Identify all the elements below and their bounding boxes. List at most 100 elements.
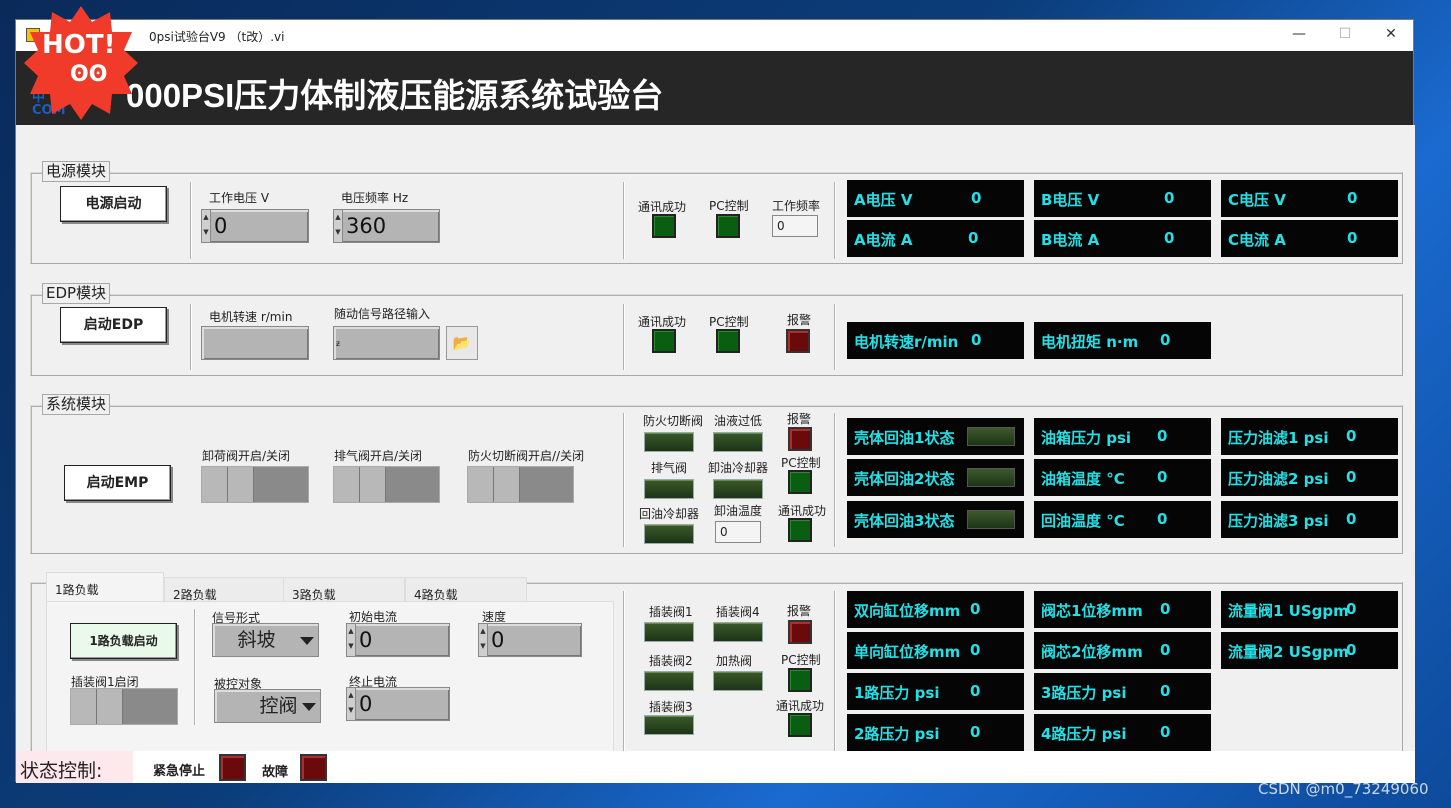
load-display: 单向缸位移mm 0 [847, 632, 1024, 669]
system-display: 压力油滤3 psi 0 [1221, 501, 1398, 538]
cv3-led [644, 715, 694, 735]
load1-start-button[interactable]: 1路负载启动 [70, 623, 177, 659]
maximize-button[interactable]: ☐ [1322, 20, 1368, 51]
display-label: 2路压力 psi [854, 725, 940, 743]
display-label: 阀芯1位移mm [1041, 602, 1143, 620]
display-label: 壳体回油3状态 [854, 512, 955, 530]
voltage-value: 0 [214, 214, 228, 238]
freq-input[interactable]: ▲ ▼ 360 [333, 209, 440, 243]
display-label: 油箱温度 °C [1041, 470, 1125, 488]
power-start-button[interactable]: 电源启动 [60, 186, 167, 222]
vent-valve-label: 排气阀 [651, 461, 688, 475]
path-input[interactable]: ᵶ [333, 326, 440, 360]
speed-input[interactable]: ▲ ▼ 0 [478, 623, 582, 657]
fault-label: 故障 [262, 765, 289, 780]
fire-valve-led [644, 432, 694, 452]
window-title: 0psi试验台V9 （t改）.vi [149, 30, 285, 44]
low-oil-label: 油液过低 [714, 414, 763, 428]
status-label: 状态控制: [16, 751, 133, 783]
path-label: 随动信号路径输入 [334, 307, 431, 321]
voltage-input[interactable]: ▲ ▼ 0 [201, 209, 309, 243]
watermark: CSDN @m0_73249060 [1258, 780, 1429, 798]
end-current-value: 0 [359, 692, 373, 716]
pc-ctrl-led[interactable] [788, 470, 812, 494]
speed-value: 0 [491, 628, 505, 652]
tab-load-4[interactable]: 4路负载 [405, 577, 527, 602]
power-display: C电压 V 0 [1221, 180, 1398, 217]
exhaust-valve-switch[interactable] [333, 466, 440, 503]
display-label: 1路压力 psi [854, 684, 940, 702]
emp-start-button[interactable]: 启动EMP [64, 465, 171, 501]
tab-load-3[interactable]: 3路负载 [283, 577, 405, 602]
pc-ctrl-led[interactable] [716, 329, 740, 353]
controlled-value: 控阀 [259, 695, 298, 717]
display-label: 阀芯2位移mm [1041, 643, 1143, 661]
display-value: 0 [1346, 641, 1357, 659]
load-display: 3路压力 psi 0 [1034, 673, 1211, 710]
estop-led[interactable] [219, 754, 246, 781]
signal-select[interactable]: 斜坡 [212, 623, 319, 657]
fault-led [300, 754, 327, 781]
fire-valve-switch[interactable] [467, 466, 574, 503]
cv4-label: 插装阀4 [716, 605, 760, 619]
display-label: 压力油滤3 psi [1228, 512, 1329, 530]
display-value: 0 [970, 682, 981, 700]
power-display: A电流 A 0 [847, 220, 1024, 257]
controlled-select[interactable]: 控阀 [214, 689, 321, 723]
spinner-icon[interactable]: ▲ ▼ [347, 688, 356, 720]
unload-cooler-led [713, 479, 763, 499]
display-label: B电流 A [1041, 231, 1100, 249]
display-value: 0 [1346, 468, 1357, 486]
fire-valve-status-label: 防火切断阀 [643, 414, 704, 428]
unload-valve-switch[interactable] [201, 466, 309, 503]
display-label: 3路压力 psi [1041, 684, 1127, 702]
cv2-led [644, 671, 694, 691]
init-current-input[interactable]: ▲ ▼ 0 [346, 623, 450, 657]
display-label: 壳体回油2状态 [854, 470, 955, 488]
power-display: B电流 A 0 [1034, 220, 1211, 257]
edp-start-button[interactable]: 启动EDP [60, 307, 167, 343]
pc-ctrl-label: PC控制 [709, 315, 749, 329]
spinner-icon[interactable]: ▲ ▼ [479, 624, 488, 656]
voltage-label: 工作电压 V [209, 191, 270, 205]
display-value: 0 [1157, 427, 1168, 445]
motor-speed-input[interactable] [201, 326, 309, 360]
front-panel: 电源模块 电源启动 工作电压 V ▲ ▼ 0 电压频率 Hz ▲ ▼ 360 通讯成… [16, 125, 1415, 762]
spinner-icon[interactable]: ▲ ▼ [347, 624, 356, 656]
spinner-icon[interactable]: ▲ ▼ [334, 210, 343, 242]
minimize-button[interactable]: — [1276, 20, 1322, 51]
display-label: 电机扭矩 n·m [1041, 333, 1139, 351]
load-display: 双向缸位移mm 0 [847, 591, 1024, 628]
display-value: 0 [971, 331, 982, 349]
tab-load-1[interactable]: 1路负载 [46, 572, 164, 602]
folder-browse-button[interactable]: 📂 [446, 326, 478, 360]
display-value: 0 [1160, 723, 1171, 741]
divider [623, 591, 625, 753]
display-value: 0 [970, 723, 981, 741]
work-freq-value: 0 [772, 215, 818, 237]
spinner-icon[interactable]: ▲ ▼ [202, 210, 211, 242]
load-display: 1路压力 psi 0 [847, 673, 1024, 710]
display-label: 单向缸位移mm [854, 643, 961, 661]
status-led [967, 427, 1015, 446]
display-value: 0 [971, 189, 982, 207]
app-window: 0psi试验台V9 （t改）.vi — ☐ ✕ 中 COM 000PSI压力体制… [15, 19, 1415, 783]
pc-ctrl-led[interactable] [716, 214, 740, 238]
divider [834, 413, 836, 547]
pc-ctrl-led[interactable] [788, 668, 812, 692]
display-value: 0 [968, 229, 979, 247]
comm-ok-led [788, 518, 812, 542]
return-cooler-label: 回油冷却器 [639, 507, 700, 521]
display-value: 0 [1160, 682, 1171, 700]
valve1-switch[interactable] [70, 688, 178, 725]
comm-ok-led [652, 214, 676, 238]
tab-load-2[interactable]: 2路负载 [164, 577, 286, 602]
system-display: 油箱温度 °C 0 [1034, 459, 1211, 496]
power-display: B电压 V 0 [1034, 180, 1211, 217]
system-display: 壳体回油1状态 [847, 418, 1024, 455]
end-current-input[interactable]: ▲ ▼ 0 [346, 687, 450, 721]
close-button[interactable]: ✕ [1368, 20, 1414, 51]
comm-ok-label: 通讯成功 [638, 315, 687, 329]
display-value: 0 [1164, 189, 1175, 207]
status-bar: 状态控制: 紧急停止 故障 [16, 751, 1415, 783]
